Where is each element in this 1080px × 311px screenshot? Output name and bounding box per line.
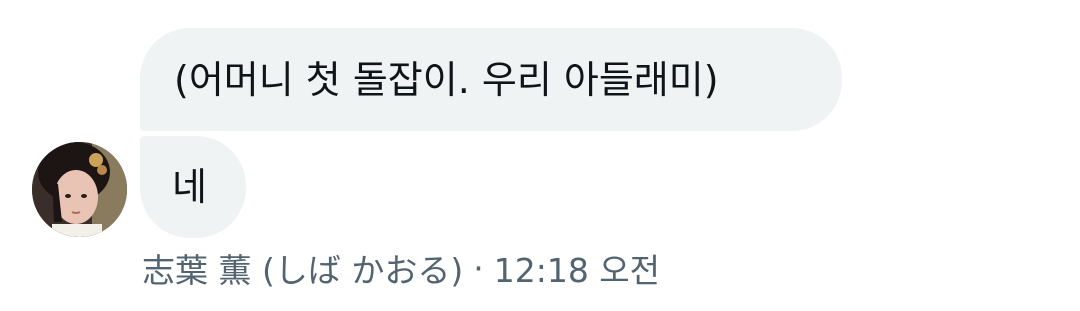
message-bubble[interactable]: (어머니 첫 돌잡이. 우리 아들래미) (140, 28, 842, 131)
message-text: 네 (172, 165, 207, 209)
message-time: 12:18 오전 (493, 251, 661, 290)
message-bubble[interactable]: 네 (140, 136, 246, 238)
sender-name[interactable]: 志葉 薫 (しば かおる) (142, 244, 463, 292)
message-text: (어머니 첫 돌잡이. 우리 아들래미) (174, 57, 719, 102)
avatar-photo-icon (32, 142, 127, 237)
sender-avatar[interactable] (32, 142, 127, 237)
dm-thread: (어머니 첫 돌잡이. 우리 아들래미) 네 志葉 薫 (しば かおる) · 1… (0, 0, 1080, 311)
meta-separator: · (473, 248, 484, 288)
message-meta: 志葉 薫 (しば かおる) · 12:18 오전 (142, 244, 661, 292)
